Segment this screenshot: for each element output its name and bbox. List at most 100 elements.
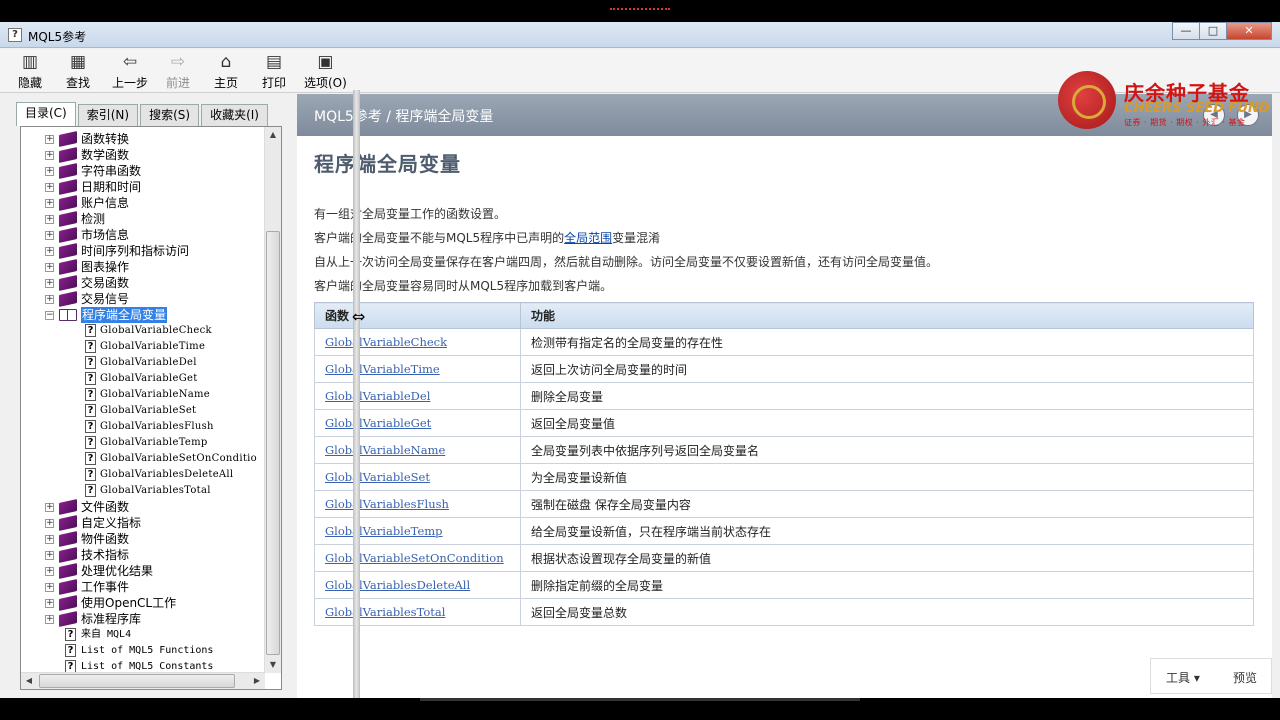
- tab-index[interactable]: 索引(N): [77, 104, 139, 126]
- tree-node[interactable]: + 物件函数: [21, 531, 263, 547]
- toolbar-button-5[interactable]: ▤ 打印: [262, 52, 286, 91]
- function-link[interactable]: GlobalVariableGet: [325, 416, 431, 430]
- tree-leaf[interactable]: ? GlobalVariableCheck: [21, 323, 263, 339]
- hscroll-thumb[interactable]: [39, 674, 235, 688]
- function-link[interactable]: GlobalVariablesFlush: [325, 497, 449, 511]
- expand-icon[interactable]: +: [45, 231, 54, 240]
- tree-leaf[interactable]: ? GlobalVariableDel: [21, 355, 263, 371]
- expand-icon[interactable]: +: [45, 519, 54, 528]
- expand-icon[interactable]: +: [45, 135, 54, 144]
- expand-icon[interactable]: +: [45, 263, 54, 272]
- table-row: GlobalVariableGet 返回全局变量值: [314, 409, 1254, 437]
- maximize-button[interactable]: □: [1199, 22, 1227, 40]
- tree-node[interactable]: + 技术指标: [21, 547, 263, 563]
- tab-favorites[interactable]: 收藏夹(I): [201, 104, 268, 126]
- expand-icon[interactable]: +: [45, 535, 54, 544]
- intro-paragraph-2: 客户端的全局变量不能与MQL5程序中已声明的全局范围变量混淆: [314, 229, 660, 246]
- function-link[interactable]: GlobalVariablesTotal: [325, 605, 445, 619]
- expand-icon[interactable]: +: [45, 615, 54, 624]
- expand-icon[interactable]: +: [45, 599, 54, 608]
- tree-node[interactable]: + 市场信息: [21, 227, 263, 243]
- toolbar-button-3[interactable]: ⇨ 前进: [166, 52, 190, 91]
- toolbar-button-2[interactable]: ⇦ 上一步: [112, 52, 148, 91]
- tree-node[interactable]: + 自定义指标: [21, 515, 263, 531]
- function-link[interactable]: GlobalVariableTime: [325, 362, 440, 376]
- scroll-down-icon[interactable]: ▼: [265, 657, 281, 673]
- expand-icon[interactable]: +: [45, 583, 54, 592]
- tab-contents[interactable]: 目录(C): [16, 102, 76, 126]
- tree-node[interactable]: + 交易信号: [21, 291, 263, 307]
- tree-node[interactable]: + 交易函数: [21, 275, 263, 291]
- function-link[interactable]: GlobalVariableName: [325, 443, 445, 457]
- expand-icon[interactable]: +: [45, 151, 54, 160]
- tree-node[interactable]: + 数学函数: [21, 147, 263, 163]
- tree-leaf[interactable]: ? GlobalVariablesTotal: [21, 483, 263, 499]
- tree-node[interactable]: + 函数转换: [21, 131, 263, 147]
- tree-horizontal-scrollbar[interactable]: ◀ ▶: [21, 672, 265, 689]
- tools-dropdown[interactable]: 工具 ▾: [1166, 669, 1200, 686]
- tree-leaf[interactable]: ? GlobalVariableSetOnConditio: [21, 451, 263, 467]
- tree-vertical-scrollbar[interactable]: ▲ ▼: [264, 127, 281, 673]
- global-scope-link[interactable]: 全局范围: [564, 231, 612, 245]
- tree-leaf[interactable]: ? GlobalVariableSet: [21, 403, 263, 419]
- tab-search[interactable]: 搜索(S): [140, 104, 200, 126]
- tree-node[interactable]: + 标准程序库: [21, 611, 263, 627]
- tree-node[interactable]: + 字符串函数: [21, 163, 263, 179]
- tree-node[interactable]: + 使用OpenCL工作: [21, 595, 263, 611]
- function-link[interactable]: GlobalVariableTemp: [325, 524, 443, 538]
- scroll-right-icon[interactable]: ▶: [249, 673, 265, 689]
- tree-leaf[interactable]: ? GlobalVariableGet: [21, 371, 263, 387]
- function-link[interactable]: GlobalVariableSet: [325, 470, 430, 484]
- toolbar-button-1[interactable]: ▦ 查找: [66, 52, 90, 91]
- tree-leaf[interactable]: ? List of MQL5 Functions: [21, 643, 263, 659]
- book-icon: [59, 179, 77, 195]
- tree-leaf[interactable]: ? GlobalVariablesDeleteAll: [21, 467, 263, 483]
- tree-leaf-label: GlobalVariableCheck: [100, 325, 212, 336]
- expand-icon[interactable]: +: [45, 503, 54, 512]
- tree-node[interactable]: + 检测: [21, 211, 263, 227]
- scroll-thumb[interactable]: [266, 231, 280, 655]
- tree-leaf[interactable]: ? GlobalVariablesFlush: [21, 419, 263, 435]
- tree-node[interactable]: + 处理优化结果: [21, 563, 263, 579]
- scroll-up-icon[interactable]: ▲: [265, 127, 281, 143]
- tree-leaf-label: List of MQL5 Functions: [81, 645, 214, 656]
- contents-tree[interactable]: + 函数转换 + 数学函数 + 字符串函数 + 日期和时间 + 账户信息 + 检测 + 市场信息 + 时间序列…: [20, 126, 282, 690]
- minimize-button[interactable]: —: [1172, 22, 1200, 40]
- pane-splitter[interactable]: [353, 90, 360, 698]
- tree-node[interactable]: + 工作事件: [21, 579, 263, 595]
- expand-icon[interactable]: +: [45, 199, 54, 208]
- expand-icon[interactable]: +: [45, 551, 54, 560]
- function-cell: GlobalVariablesFlush: [314, 490, 521, 518]
- tree-leaf[interactable]: ? GlobalVariableTemp: [21, 435, 263, 451]
- tree-node[interactable]: + 账户信息: [21, 195, 263, 211]
- tree-leaf[interactable]: ? GlobalVariableName: [21, 387, 263, 403]
- expand-icon[interactable]: +: [45, 215, 54, 224]
- expand-icon[interactable]: +: [45, 183, 54, 192]
- close-button[interactable]: ✕: [1226, 22, 1272, 40]
- expand-icon[interactable]: +: [45, 295, 54, 304]
- scroll-left-icon[interactable]: ◀: [21, 673, 37, 689]
- function-link[interactable]: GlobalVariableSetOnCondition: [325, 551, 504, 565]
- tree-leaf[interactable]: ? GlobalVariableTime: [21, 339, 263, 355]
- expand-icon[interactable]: +: [45, 167, 54, 176]
- preview-button[interactable]: 预览: [1233, 669, 1257, 686]
- toolbar-button-0[interactable]: ▥ 隐藏: [18, 52, 42, 91]
- function-link[interactable]: GlobalVariableDel: [325, 389, 430, 403]
- tree-node-label: 字符串函数: [81, 164, 142, 178]
- tree-node[interactable]: − 程序端全局变量: [21, 307, 263, 323]
- tree-node[interactable]: + 日期和时间: [21, 179, 263, 195]
- tree-node[interactable]: + 图表操作: [21, 259, 263, 275]
- collapse-icon[interactable]: −: [45, 311, 54, 320]
- description-cell: 删除全局变量: [520, 382, 1254, 410]
- function-cell: GlobalVariableSet: [314, 463, 521, 491]
- expand-icon[interactable]: +: [45, 279, 54, 288]
- expand-icon[interactable]: +: [45, 567, 54, 576]
- tree-node[interactable]: + 时间序列和指标访问: [21, 243, 263, 259]
- function-link[interactable]: GlobalVariableCheck: [325, 335, 447, 349]
- expand-icon[interactable]: +: [45, 247, 54, 256]
- function-link[interactable]: GlobalVariablesDeleteAll: [325, 578, 470, 592]
- toolbar-button-6[interactable]: ▣ 选项(O): [304, 52, 347, 91]
- tree-leaf[interactable]: ? 来自 MQL4: [21, 627, 263, 643]
- toolbar-button-4[interactable]: ⌂ 主页: [214, 52, 238, 91]
- tree-node[interactable]: + 文件函数: [21, 499, 263, 515]
